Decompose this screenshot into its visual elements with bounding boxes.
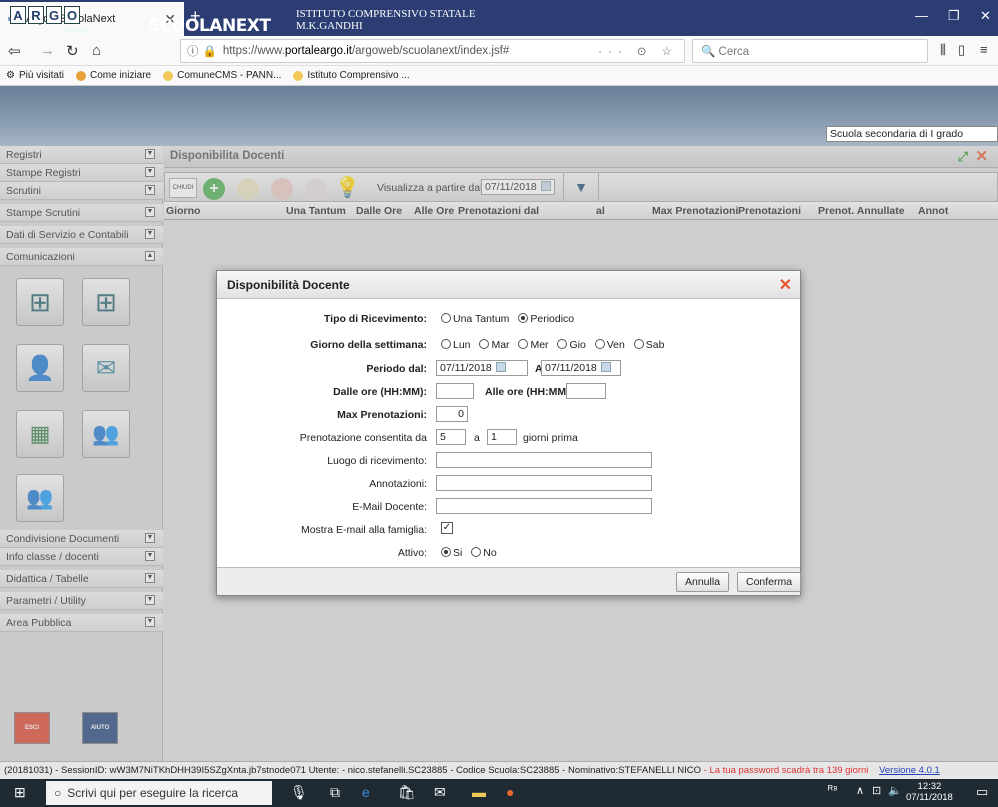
library-icon[interactable]: ⫼ <box>940 42 946 58</box>
dalle-label: Dalle ore (HH:MM): <box>333 386 427 398</box>
tray-expand-icon[interactable]: ∧ <box>856 784 864 797</box>
consentita-a-input[interactable]: 1 <box>487 429 517 445</box>
volume-muted-icon[interactable]: 🔈 <box>888 784 902 797</box>
annulla-button[interactable]: Annulla <box>676 572 730 592</box>
taskbar-clock[interactable]: 12:32 07/11/2018 <box>906 781 953 803</box>
max-prenotazioni-input[interactable]: 0 <box>436 406 468 422</box>
annotazioni-label: Annotazioni: <box>369 478 427 490</box>
bookmarks-bar: ⚙ Più visitati Come iniziare ComuneCMS - … <box>0 66 998 86</box>
giorno-sab-radio[interactable]: Sab <box>633 339 664 351</box>
notifications-icon[interactable]: ▭ <box>976 784 988 800</box>
giorno-mer-radio[interactable]: Mer <box>518 339 549 351</box>
site-icon <box>293 70 304 81</box>
giorni-prima-label: giorni prima <box>523 432 578 444</box>
windows-start-icon[interactable]: ⊞ <box>14 784 26 801</box>
menu-icon[interactable]: ≡ <box>980 42 988 57</box>
task-view-icon[interactable]: ⧉ <box>330 784 340 801</box>
argo-logo: ARGO <box>10 6 80 24</box>
email-docente-input[interactable] <box>436 498 652 514</box>
mail-app-icon[interactable]: ✉ <box>434 784 446 801</box>
info-icon[interactable]: ⓘ <box>187 43 199 59</box>
email-label: E-Mail Docente: <box>352 501 427 513</box>
giorno-lun-radio[interactable]: Lun <box>441 339 471 351</box>
taskbar-search-input[interactable]: ○ Scrivi qui per eseguire la ricerca <box>46 781 272 805</box>
giorno-gio-radio[interactable]: Gio <box>557 339 586 351</box>
consentita-a-label: a <box>474 432 480 444</box>
logo-subtitle: software <box>62 28 89 35</box>
status-bar: (20181031) - SessionID: wW3M7NiTKhDHH39I… <box>0 761 998 779</box>
conferma-button[interactable]: Conferma <box>737 572 802 592</box>
tipo-una-tantum-radio[interactable]: Una Tantum <box>441 313 509 325</box>
version-link[interactable]: Versione 4.0.1 <box>879 765 940 776</box>
consentita-label: Prenotazione consentita da <box>299 432 427 444</box>
alle-label: Alle ore (HH:MM): <box>485 386 574 398</box>
url-bar[interactable]: ⓘ 🔒 https://www.portaleargo.it/argoweb/s… <box>180 39 685 63</box>
luogo-input[interactable] <box>436 452 652 468</box>
school-name: ISTITUTO COMPRENSIVO STATALE M.K.GANDHI <box>296 8 476 32</box>
bookmark-getting-started[interactable]: Come iniziare <box>75 70 151 81</box>
minimize-icon[interactable]: — <box>915 8 928 23</box>
tipo-periodico-radio[interactable]: Periodico <box>518 313 574 325</box>
gear-icon: ⚙ <box>6 70 15 81</box>
bookmark-most-visited[interactable]: ⚙ Più visitati <box>6 70 64 81</box>
firefox-taskbar-icon[interactable]: ● <box>506 784 514 800</box>
restore-icon[interactable]: ❐ <box>948 8 960 24</box>
url-text: https://www.portaleargo.it/argoweb/scuol… <box>222 45 510 57</box>
firefox-icon <box>75 70 86 81</box>
people-tray-icon[interactable]: ᴿ⁸ <box>828 784 838 796</box>
giorno-label: Giorno della settimana: <box>310 339 427 351</box>
disponibilita-dialog: Disponibilità Docente ✕ Tipo di Ricevime… <box>216 270 802 596</box>
site-icon <box>163 70 174 81</box>
max-label: Max Prenotazioni: <box>337 409 427 421</box>
bookmark-comunecms[interactable]: ComuneCMS - PANN... <box>163 70 281 81</box>
dialog-footer: Annulla Conferma <box>217 567 802 595</box>
sidebar-toggle-icon[interactable]: ▯ <box>958 42 965 58</box>
giorno-radio-group: Lun Mar Mer Gio Ven Sab <box>441 339 670 351</box>
calendar-icon[interactable] <box>495 362 506 372</box>
periodo-dal-input[interactable]: 07/11/2018 <box>436 360 528 376</box>
microphone-icon[interactable]: 🎙 <box>290 784 308 801</box>
session-info: (20181031) - SessionID: wW3M7NiTKhDHH39I… <box>4 765 702 776</box>
edge-icon[interactable]: e <box>362 784 370 800</box>
search-icon: ○ <box>54 786 62 800</box>
calendar-icon[interactable] <box>600 362 611 372</box>
attivo-no-radio[interactable]: No <box>471 547 497 559</box>
forward-button[interactable]: → <box>40 42 55 59</box>
bookmark-istituto[interactable]: Istituto Comprensivo ... <box>293 70 410 81</box>
attivo-si-radio[interactable]: Si <box>441 547 462 559</box>
dalle-ore-input[interactable] <box>436 383 474 399</box>
consentita-da-input[interactable]: 5 <box>436 429 466 445</box>
reload-button[interactable]: ↻ <box>66 42 79 60</box>
store-icon[interactable]: 🛍 <box>398 784 416 801</box>
giorno-mar-radio[interactable]: Mar <box>479 339 510 351</box>
alle-ore-input[interactable] <box>566 383 606 399</box>
dialog-title: Disponibilità Docente <box>217 271 800 299</box>
attivo-radio-group: Si No <box>441 547 503 559</box>
home-button[interactable]: ⌂ <box>92 42 101 59</box>
mostra-email-checkbox[interactable]: ✓ <box>441 522 453 534</box>
mostra-label: Mostra E-mail alla famiglia: <box>300 524 427 536</box>
luogo-label: Luogo di ricevimento: <box>327 455 427 467</box>
app-name: SCUOLANEXT <box>148 16 271 36</box>
lock-icon: 🔒 <box>202 46 217 58</box>
tipo-radio-group: Una Tantum Periodico <box>441 313 580 325</box>
periodo-label: Periodo dal: <box>366 363 427 375</box>
network-icon[interactable]: ⊡ <box>872 784 881 797</box>
dialog-close-icon[interactable]: ✕ <box>779 275 792 295</box>
password-warning: - La tua password scadrà tra 139 giorni <box>703 765 869 776</box>
attivo-label: Attivo: <box>397 547 427 559</box>
close-window-icon[interactable]: ✕ <box>980 8 991 24</box>
page-actions[interactable]: ··· ⊙ ☆ <box>598 44 678 58</box>
annotazioni-input[interactable] <box>436 475 652 491</box>
browser-search-input[interactable]: 🔍 Cerca <box>692 39 928 63</box>
school-level-select[interactable]: Scuola secondaria di I grado <box>826 126 998 142</box>
file-explorer-icon[interactable]: ▬ <box>472 784 486 800</box>
back-button[interactable]: ⇦ <box>8 42 21 60</box>
periodo-al-input[interactable]: 07/11/2018 <box>541 360 621 376</box>
giorno-ven-radio[interactable]: Ven <box>594 339 625 351</box>
tipo-label: Tipo di Ricevimento: <box>323 313 427 325</box>
